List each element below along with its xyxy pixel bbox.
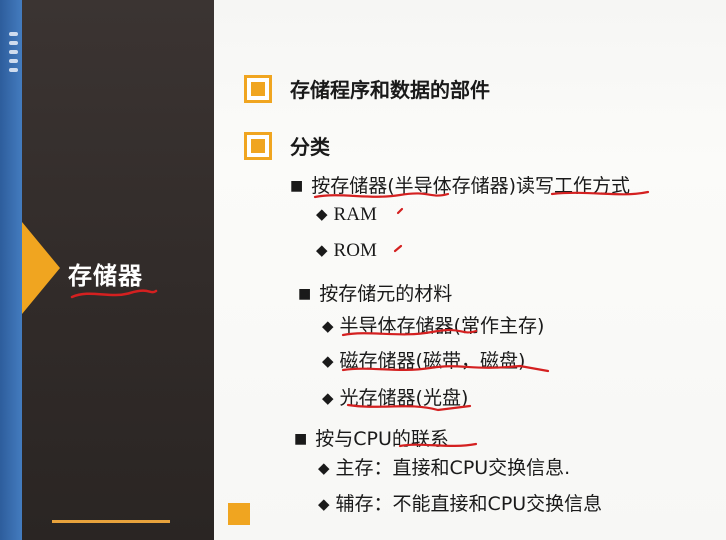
corner-square-decoration bbox=[228, 503, 250, 525]
item-text: 光存储器(光盘) bbox=[339, 387, 469, 409]
black-diamond-bullet-icon: ◆ bbox=[318, 495, 330, 513]
black-diamond-bullet-icon: ◆ bbox=[316, 207, 328, 223]
item-text: 按与CPU的联系 bbox=[315, 428, 449, 450]
item-text: 按存储器(半导体存储器)读写工作方式 bbox=[311, 175, 631, 197]
black-diamond-bullet-icon: ◆ bbox=[318, 459, 330, 477]
list-item-by-material: ■ 按存储元的材料 bbox=[298, 279, 452, 306]
item-text: 辅存：不能直接和CPU交换信息 bbox=[335, 493, 603, 515]
list-item-by-cpu: ■ 按与CPU的联系 bbox=[294, 424, 449, 451]
orange-arrow-icon bbox=[22, 222, 60, 314]
item-text: RAM bbox=[333, 204, 377, 225]
section-label: 存储程序和数据的部件 bbox=[290, 78, 490, 102]
item-text: 磁存储器(磁带，磁盘) bbox=[339, 350, 526, 372]
item-text: ROM bbox=[333, 240, 377, 261]
black-diamond-bullet-icon: ◆ bbox=[322, 317, 334, 335]
section-label: 分类 bbox=[290, 135, 330, 159]
bezel-indicator-dots bbox=[9, 32, 18, 72]
handwritten-underline bbox=[70, 289, 158, 299]
square-bullet-icon bbox=[244, 131, 272, 160]
list-item-ram: ◆ RAM bbox=[316, 204, 377, 226]
item-text: 按存储元的材料 bbox=[319, 283, 453, 305]
list-item-main-memory: ◆ 主存：直接和CPU交换信息. bbox=[318, 453, 570, 480]
black-square-bullet-icon: ■ bbox=[298, 286, 312, 302]
black-square-bullet-icon: ■ bbox=[290, 178, 304, 194]
black-square-bullet-icon: ■ bbox=[294, 431, 308, 447]
list-item-semiconductor: ◆ 半导体存储器(常作主存) bbox=[322, 311, 544, 338]
item-text: 主存：直接和CPU交换信息. bbox=[335, 457, 571, 479]
black-diamond-bullet-icon: ◆ bbox=[322, 389, 334, 407]
list-item-magnetic: ◆ 磁存储器(磁带，磁盘) bbox=[322, 346, 525, 373]
list-item-aux-memory: ◆ 辅存：不能直接和CPU交换信息 bbox=[318, 489, 602, 516]
list-item-optical: ◆ 光存储器(光盘) bbox=[322, 383, 468, 410]
square-bullet-icon bbox=[244, 74, 272, 103]
list-item-rom: ◆ ROM bbox=[316, 240, 377, 262]
item-text: 半导体存储器(常作主存) bbox=[339, 315, 545, 337]
black-diamond-bullet-icon: ◆ bbox=[316, 243, 328, 259]
black-diamond-bullet-icon: ◆ bbox=[322, 352, 334, 370]
section-storage-definition: 存储程序和数据的部件 bbox=[244, 74, 490, 103]
list-item-by-rw-mode: ■ 按存储器(半导体存储器)读写工作方式 bbox=[290, 171, 630, 198]
sidebar-divider bbox=[52, 520, 170, 523]
section-classification: 分类 bbox=[244, 131, 330, 160]
